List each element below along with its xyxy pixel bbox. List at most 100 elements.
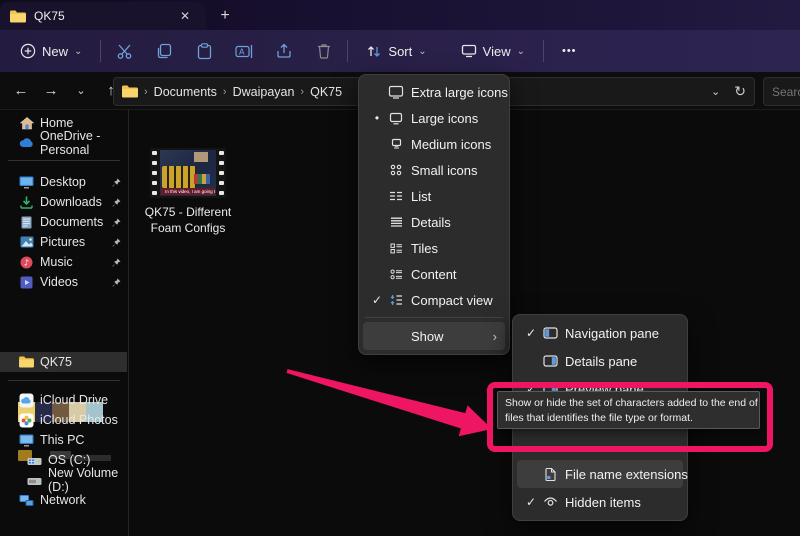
sidebar-item-label: This PC — [40, 433, 84, 447]
music-icon: ♪ — [19, 255, 34, 270]
chevron-down-icon: ⌄ — [517, 46, 525, 57]
more-options-button[interactable]: ••• — [552, 35, 587, 67]
breadcrumb-separator: › — [142, 86, 150, 98]
view-monitor-icon — [461, 44, 477, 58]
back-button[interactable]: ← — [6, 76, 36, 106]
home-icon — [19, 116, 34, 131]
documents-icon — [19, 215, 34, 230]
sidebar-item-onedrive[interactable]: OneDrive - Personal — [0, 133, 127, 153]
sidebar-item-label: Network — [40, 493, 86, 507]
os-drive-icon — [27, 453, 42, 468]
sidebar-item-label: OneDrive - Personal — [40, 129, 127, 157]
pin-icon — [112, 278, 121, 287]
forward-button[interactable]: → — [36, 76, 66, 106]
submenu-item-hidden-items[interactable]: ✓ Hidden items — [517, 488, 683, 516]
menu-item-list[interactable]: List — [363, 183, 505, 209]
breadcrumb-qk75[interactable]: QK75 — [306, 85, 346, 99]
sidebar-item-qk75[interactable]: QK75 — [0, 352, 127, 372]
address-dropdown-icon[interactable]: ⌄ — [711, 85, 720, 98]
search-input[interactable] — [764, 85, 800, 99]
delete-button[interactable] — [309, 35, 339, 67]
filmstrip-holes — [219, 151, 224, 195]
icloud-drive-icon — [19, 393, 34, 408]
menu-item-medium-icons[interactable]: Medium icons — [363, 131, 505, 157]
submenu-item-file-name-extensions[interactable]: File name extensions — [517, 460, 683, 488]
tooltip-line1: Show or hide the set of characters added… — [505, 396, 752, 411]
breadcrumb-documents[interactable]: Documents — [150, 85, 221, 99]
submenu-item-details-pane[interactable]: Details pane — [517, 347, 683, 375]
icloud-photos-icon — [19, 413, 34, 428]
pane-divider[interactable] — [128, 110, 129, 536]
sidebar-item-icloud-photos[interactable]: iCloud Photos — [0, 410, 127, 430]
share-button[interactable] — [269, 35, 299, 67]
videos-icon — [19, 275, 34, 290]
menu-separator — [365, 317, 503, 318]
sidebar-item-videos[interactable]: Videos — [0, 272, 127, 292]
downloads-icon — [19, 195, 34, 210]
keyboard-image — [162, 166, 196, 188]
sidebar-item-new-volume-d[interactable]: New Volume (D:) — [0, 470, 127, 490]
sidebar-item-label: Downloads — [40, 195, 102, 209]
view-dropdown-menu: Extra large icons • Large icons Medium i… — [358, 74, 510, 355]
sort-arrows-icon — [366, 44, 382, 59]
sidebar-item-icloud-drive[interactable]: iCloud Drive — [0, 390, 127, 410]
copy-button[interactable] — [149, 35, 179, 67]
file-item-qk75-video[interactable]: In this video, I am going to rebuild my … — [140, 148, 236, 236]
sidebar-item-label: Videos — [40, 275, 78, 289]
content-icon — [385, 269, 407, 280]
sidebar-item-this-pc[interactable]: This PC — [0, 430, 127, 450]
menu-item-details[interactable]: Details — [363, 209, 505, 235]
menu-item-compact-view[interactable]: ✓ Compact view — [363, 287, 505, 313]
menu-item-extra-large-icons[interactable]: Extra large icons — [363, 79, 505, 105]
sidebar-item-label: iCloud Drive — [40, 393, 108, 407]
submenu-item-navigation-pane[interactable]: ✓ Navigation pane — [517, 319, 683, 347]
breadcrumb-dwaipayan[interactable]: Dwaipayan — [229, 85, 299, 99]
check-icon: ✓ — [523, 326, 539, 340]
new-button-label: New — [42, 44, 68, 59]
onedrive-cloud-icon — [19, 136, 34, 151]
submenu-arrow-icon: › — [493, 329, 499, 344]
sidebar-item-documents[interactable]: Documents — [0, 212, 127, 232]
sidebar-item-downloads[interactable]: Downloads — [0, 192, 127, 212]
chevron-down-icon: ⌄ — [74, 46, 82, 57]
cut-button[interactable] — [109, 35, 139, 67]
tab-close-icon[interactable]: ✕ — [174, 6, 196, 26]
pin-icon — [112, 218, 121, 227]
sidebar-item-network[interactable]: Network — [0, 490, 127, 510]
menu-item-large-icons[interactable]: • Large icons — [363, 105, 505, 131]
rename-button[interactable]: A — [229, 35, 259, 67]
file-name-extensions-icon — [539, 468, 561, 481]
sidebar-item-pictures[interactable]: Pictures — [0, 232, 127, 252]
navigation-pane-icon — [539, 327, 561, 339]
sidebar-item-label: Documents — [40, 215, 103, 229]
toolbar-separator — [100, 40, 101, 62]
new-tab-button[interactable]: + — [212, 4, 238, 28]
folder-icon — [19, 355, 34, 370]
new-button[interactable]: New ⌄ — [10, 35, 92, 67]
pin-icon — [112, 178, 121, 187]
paste-button[interactable] — [189, 35, 219, 67]
check-icon: ✓ — [523, 495, 539, 509]
list-icon — [385, 191, 407, 201]
search-box[interactable] — [763, 77, 800, 106]
menu-item-content[interactable]: Content — [363, 261, 505, 287]
this-pc-icon — [19, 433, 34, 448]
sidebar-item-music[interactable]: ♪ Music — [0, 252, 127, 272]
sort-button[interactable]: Sort ⌄ — [356, 35, 436, 67]
view-button[interactable]: View ⌄ — [451, 35, 535, 67]
recent-locations-button[interactable]: ⌄ — [66, 76, 96, 106]
check-icon: ✓ — [369, 293, 385, 307]
video-thumbnail: In this video, I am going to rebuild my — [150, 148, 226, 198]
details-pane-icon — [539, 355, 561, 367]
tab-qk75[interactable]: QK75 ✕ — [0, 2, 206, 30]
menu-item-small-icons[interactable]: Small icons — [363, 157, 505, 183]
sidebar-item-desktop[interactable]: Desktop — [0, 172, 127, 192]
menu-item-tiles[interactable]: Tiles — [363, 235, 505, 261]
selected-bullet: • — [369, 112, 385, 124]
file-name-extensions-tooltip: Show or hide the set of characters added… — [497, 391, 760, 429]
menu-item-show[interactable]: Show › — [363, 322, 505, 350]
network-icon — [19, 493, 34, 508]
refresh-icon[interactable]: ↻ — [734, 83, 746, 100]
sidebar-item-label: Desktop — [40, 175, 86, 189]
medium-icons-icon — [385, 138, 407, 150]
